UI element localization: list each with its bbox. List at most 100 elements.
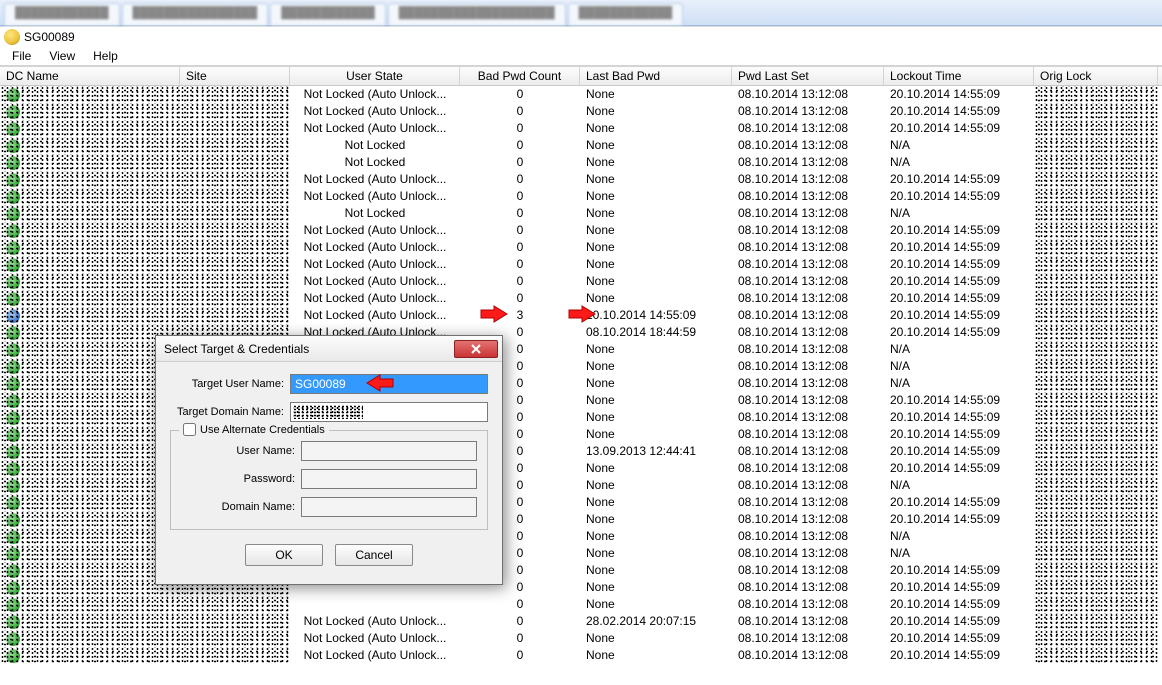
cell-bad-pwd-count: 0 (460, 154, 580, 171)
cell-lockout-time: 20.10.2014 14:55:09 (884, 86, 1034, 103)
cell-bad-pwd-count: 0 (460, 137, 580, 154)
menu-help[interactable]: Help (85, 47, 126, 65)
table-row[interactable]: Not Locked (Auto Unlock...0None08.10.201… (0, 630, 1162, 647)
col-bad-pwd-count[interactable]: Bad Pwd Count (460, 67, 580, 85)
browser-tab[interactable]: ████████████ (4, 3, 120, 25)
status-icon (6, 581, 20, 595)
cell-pwd-last-set: 08.10.2014 13:12:08 (732, 477, 884, 494)
target-domain-name-input[interactable] (290, 402, 488, 422)
cell-user-state (290, 596, 460, 613)
menu-view[interactable]: View (41, 47, 83, 65)
status-icon (6, 258, 20, 272)
cell-lockout-time: N/A (884, 154, 1034, 171)
cell-lockout-time: 20.10.2014 14:55:09 (884, 443, 1034, 460)
col-site[interactable]: Site (180, 67, 290, 85)
cell-orig-lock (1034, 273, 1158, 290)
table-row[interactable]: Not Locked0None08.10.2014 13:12:08N/A (0, 205, 1162, 222)
cell-last-bad-pwd: None (580, 273, 732, 290)
cell-pwd-last-set: 08.10.2014 13:12:08 (732, 120, 884, 137)
browser-tab-strip: ████████████ ████████████████ ██████████… (0, 0, 1162, 26)
table-row[interactable]: Not Locked (Auto Unlock...028.02.2014 20… (0, 613, 1162, 630)
cell-last-bad-pwd: None (580, 205, 732, 222)
cell-pwd-last-set: 08.10.2014 13:12:08 (732, 562, 884, 579)
cell-lockout-time: 20.10.2014 14:55:09 (884, 256, 1034, 273)
cell-user-state: Not Locked (Auto Unlock... (290, 290, 460, 307)
table-row[interactable]: Not Locked (Auto Unlock...320.10.2014 14… (0, 307, 1162, 324)
browser-tab[interactable]: ████████████ (568, 3, 684, 25)
cell-last-bad-pwd: None (580, 562, 732, 579)
dialog-close-button[interactable] (454, 340, 498, 358)
cell-user-state: Not Locked (290, 205, 460, 222)
table-row[interactable]: Not Locked (Auto Unlock...0None08.10.201… (0, 222, 1162, 239)
col-user-state[interactable]: User State (290, 67, 460, 85)
browser-tab[interactable]: ████████████████ (122, 3, 269, 25)
cell-lockout-time: 20.10.2014 14:55:09 (884, 239, 1034, 256)
status-icon (6, 360, 20, 374)
col-lockout-time[interactable]: Lockout Time (884, 67, 1034, 85)
cell-orig-lock (1034, 409, 1158, 426)
alt-user-name-input[interactable] (301, 441, 477, 461)
table-row[interactable]: Not Locked (Auto Unlock...0None08.10.201… (0, 120, 1162, 137)
cell-user-state: Not Locked (Auto Unlock... (290, 613, 460, 630)
cell-dc-name (0, 171, 180, 188)
col-last-bad-pwd[interactable]: Last Bad Pwd (580, 67, 732, 85)
cell-dc-name (0, 596, 180, 613)
table-row[interactable]: Not Locked (Auto Unlock...0None08.10.201… (0, 86, 1162, 103)
cell-user-state: Not Locked (Auto Unlock... (290, 120, 460, 137)
cell-dc-name (0, 137, 180, 154)
cell-last-bad-pwd: None (580, 477, 732, 494)
alt-domain-name-input[interactable] (301, 497, 477, 517)
table-row[interactable]: Not Locked0None08.10.2014 13:12:08N/A (0, 154, 1162, 171)
cell-last-bad-pwd: None (580, 239, 732, 256)
dialog-title-bar[interactable]: Select Target & Credentials (156, 336, 502, 362)
cell-orig-lock (1034, 239, 1158, 256)
alt-password-label: Password: (181, 473, 301, 485)
cell-dc-name (0, 120, 180, 137)
cell-last-bad-pwd: 28.02.2014 20:07:15 (580, 613, 732, 630)
table-row[interactable]: Not Locked (Auto Unlock...0None08.10.201… (0, 256, 1162, 273)
cell-dc-name (0, 358, 180, 375)
cell-dc-name (0, 426, 180, 443)
col-dc-name[interactable]: DC Name (0, 67, 180, 85)
browser-tab[interactable]: ████████████ (270, 3, 386, 25)
cell-orig-lock (1034, 545, 1158, 562)
cell-dc-name (0, 528, 180, 545)
cell-lockout-time: 20.10.2014 14:55:09 (884, 630, 1034, 647)
col-orig-lock[interactable]: Orig Lock (1034, 67, 1158, 85)
alt-password-input[interactable] (301, 469, 477, 489)
browser-tab[interactable]: ████████████████████ (388, 3, 566, 25)
cell-dc-name (0, 545, 180, 562)
table-row[interactable]: 0None08.10.2014 13:12:0820.10.2014 14:55… (0, 596, 1162, 613)
cell-dc-name (0, 273, 180, 290)
table-row[interactable]: Not Locked (Auto Unlock...0None08.10.201… (0, 171, 1162, 188)
ok-button[interactable]: OK (245, 544, 323, 566)
cell-pwd-last-set: 08.10.2014 13:12:08 (732, 596, 884, 613)
use-alternate-credentials-checkbox[interactable] (183, 423, 196, 436)
cell-bad-pwd-count: 0 (460, 120, 580, 137)
table-row[interactable]: Not Locked (Auto Unlock...0None08.10.201… (0, 290, 1162, 307)
cell-pwd-last-set: 08.10.2014 13:12:08 (732, 511, 884, 528)
cell-user-state: Not Locked (Auto Unlock... (290, 171, 460, 188)
alternate-credentials-group: Use Alternate Credentials User Name: Pas… (170, 430, 488, 530)
alt-user-name-label: User Name: (181, 445, 301, 457)
cell-dc-name (0, 443, 180, 460)
status-icon (6, 326, 20, 340)
table-row[interactable]: Not Locked (Auto Unlock...0None08.10.201… (0, 273, 1162, 290)
table-row[interactable]: Not Locked (Auto Unlock...0None08.10.201… (0, 188, 1162, 205)
cell-lockout-time: 20.10.2014 14:55:09 (884, 494, 1034, 511)
table-row[interactable]: Not Locked (Auto Unlock...0None08.10.201… (0, 239, 1162, 256)
target-user-name-input[interactable] (290, 374, 488, 394)
cancel-button[interactable]: Cancel (335, 544, 413, 566)
table-row[interactable]: Not Locked0None08.10.2014 13:12:08N/A (0, 137, 1162, 154)
cell-site (180, 596, 290, 613)
menu-file[interactable]: File (4, 47, 39, 65)
cell-last-bad-pwd: None (580, 596, 732, 613)
cell-lockout-time: 20.10.2014 14:55:09 (884, 409, 1034, 426)
cell-last-bad-pwd: None (580, 222, 732, 239)
cell-pwd-last-set: 08.10.2014 13:12:08 (732, 205, 884, 222)
table-row[interactable]: Not Locked (Auto Unlock...0None08.10.201… (0, 103, 1162, 120)
cell-dc-name (0, 494, 180, 511)
cell-site (180, 256, 290, 273)
table-row[interactable]: Not Locked (Auto Unlock...0None08.10.201… (0, 647, 1162, 664)
col-pwd-last-set[interactable]: Pwd Last Set (732, 67, 884, 85)
